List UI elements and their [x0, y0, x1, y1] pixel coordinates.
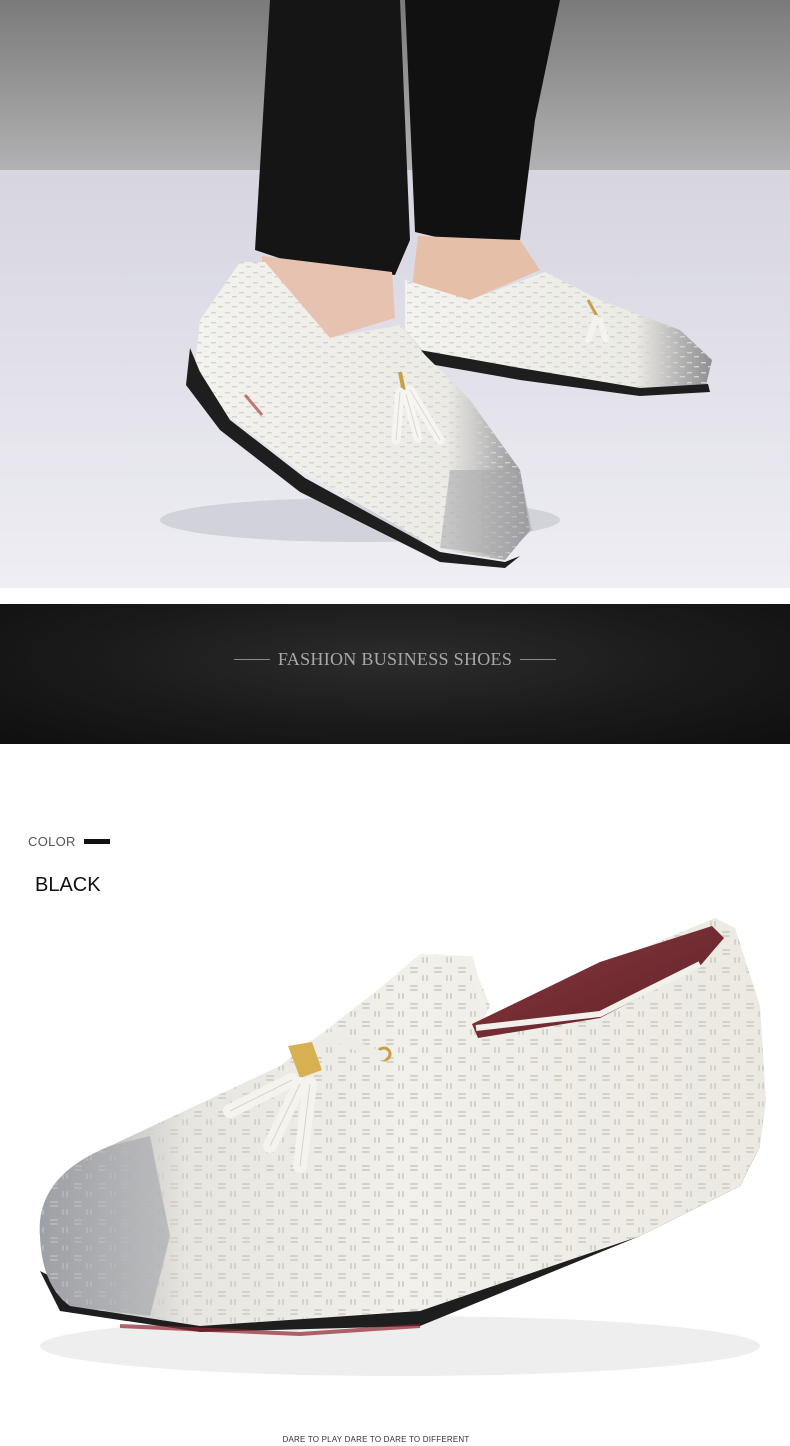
product-photo: [0, 766, 790, 1446]
banner-title: FASHION BUSINESS SHOES: [277, 648, 513, 669]
color-label-row: COLOR: [28, 834, 110, 849]
model-wearing-loafers-image: [0, 0, 790, 588]
section-banner: FASHION BUSINESS SHOES: [0, 604, 790, 744]
lifestyle-photo: [0, 0, 790, 588]
banner-right-rule: [520, 658, 557, 660]
banner-left-rule: [233, 658, 270, 660]
color-label: COLOR: [28, 834, 76, 849]
banner-title-group: FASHION BUSINESS SHOES: [233, 648, 557, 670]
color-value: BLACK: [35, 874, 101, 896]
footer-slogan: DARE TO PLAY DARE TO DARE TO DIFFERENT: [282, 1435, 470, 1444]
product-page: FASHION BUSINESS SHOES COLOR BLACK DARE …: [0, 0, 790, 1446]
color-swatch-bar: [83, 839, 110, 844]
white-tassel-loafer-image: [39, 918, 766, 1376]
